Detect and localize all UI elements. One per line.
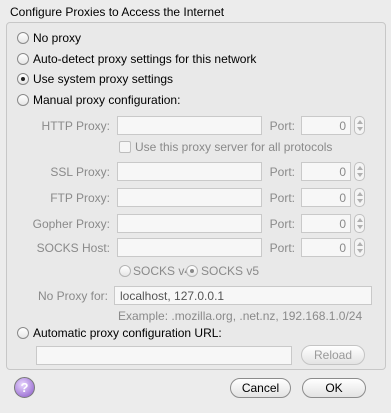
no-proxy-for-value: localhost, 127.0.0.1 <box>120 289 225 303</box>
http-port-value: 0 <box>339 119 346 133</box>
http-port-label: Port: <box>269 119 295 133</box>
dialog-title: Configure Proxies to Access the Internet <box>10 5 225 19</box>
ssl-port-input[interactable]: 0 <box>301 162 351 181</box>
gopher-proxy-label: Gopher Proxy: <box>32 217 110 231</box>
socks-port-label: Port: <box>269 241 295 255</box>
no-proxy-radio[interactable] <box>17 32 29 44</box>
socks-host-input[interactable] <box>117 238 262 257</box>
help-icon[interactable]: ? <box>14 377 35 398</box>
stepper-arrows-icon[interactable] <box>354 162 365 181</box>
http-proxy-input[interactable] <box>117 116 262 135</box>
ok-button[interactable]: OK <box>302 378 366 398</box>
auto-detect-radio[interactable] <box>17 53 29 65</box>
cancel-button[interactable]: Cancel <box>230 378 291 398</box>
gopher-port-value: 0 <box>339 217 346 231</box>
socks-v4-label[interactable]: SOCKS v4 <box>133 264 191 278</box>
ftp-port-input[interactable]: 0 <box>301 188 351 207</box>
ftp-port-label: Port: <box>269 191 295 205</box>
ssl-proxy-input[interactable] <box>117 162 262 181</box>
http-port-input[interactable]: 0 <box>301 116 351 135</box>
socks-v5-radio[interactable] <box>186 265 198 277</box>
manual-proxy-label[interactable]: Manual proxy configuration: <box>33 93 180 107</box>
no-proxy-label[interactable]: No proxy <box>33 31 81 45</box>
ftp-proxy-label: FTP Proxy: <box>50 191 110 205</box>
ssl-port-value: 0 <box>339 165 346 179</box>
system-proxy-radio[interactable] <box>17 73 29 85</box>
system-proxy-label[interactable]: Use system proxy settings <box>33 72 173 86</box>
gopher-proxy-input[interactable] <box>117 214 262 233</box>
manual-proxy-radio[interactable] <box>17 94 29 106</box>
no-proxy-example: Example: .mozilla.org, .net.nz, 192.168.… <box>118 309 363 323</box>
socks-port-value: 0 <box>339 241 346 255</box>
ssl-proxy-label: SSL Proxy: <box>50 165 110 179</box>
auto-config-url-radio[interactable] <box>17 327 29 339</box>
http-proxy-label: HTTP Proxy: <box>41 119 110 133</box>
socks-port-input[interactable]: 0 <box>301 238 351 257</box>
ftp-port-value: 0 <box>339 191 346 205</box>
ftp-proxy-input[interactable] <box>117 188 262 207</box>
auto-detect-label[interactable]: Auto-detect proxy settings for this netw… <box>33 52 256 66</box>
socks-v4-radio[interactable] <box>119 265 131 277</box>
auto-config-url-label[interactable]: Automatic proxy configuration URL: <box>33 326 222 340</box>
socks-v5-label[interactable]: SOCKS v5 <box>201 264 259 278</box>
stepper-arrows-icon[interactable] <box>354 214 365 233</box>
gopher-port-label: Port: <box>269 217 295 231</box>
no-proxy-for-label: No Proxy for: <box>37 289 108 303</box>
share-proxy-label[interactable]: Use this proxy server for all protocols <box>135 140 332 154</box>
no-proxy-for-input[interactable]: localhost, 127.0.0.1 <box>114 286 372 305</box>
auto-config-url-input[interactable] <box>36 346 292 365</box>
stepper-arrows-icon[interactable] <box>354 188 365 207</box>
stepper-arrows-icon[interactable] <box>354 116 365 135</box>
socks-host-label: SOCKS Host: <box>36 241 110 255</box>
ssl-port-label: Port: <box>269 165 295 179</box>
share-proxy-checkbox[interactable] <box>119 141 131 153</box>
gopher-port-input[interactable]: 0 <box>301 214 351 233</box>
reload-button[interactable]: Reload <box>301 345 365 365</box>
stepper-arrows-icon[interactable] <box>354 238 365 257</box>
